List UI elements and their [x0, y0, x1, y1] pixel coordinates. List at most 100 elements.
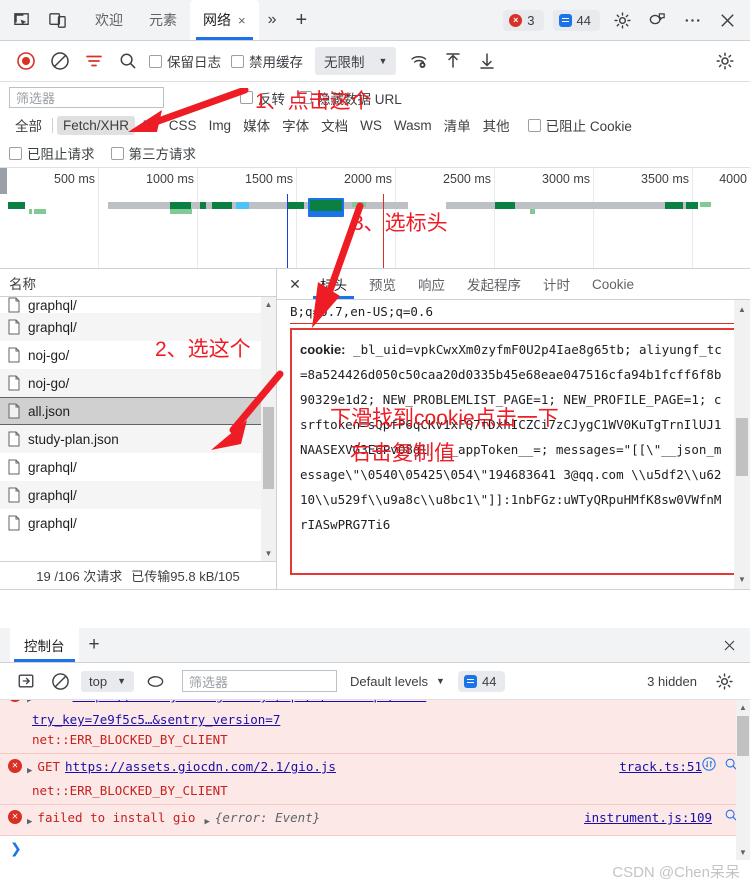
third-party-checkbox[interactable]: 第三方请求	[110, 143, 196, 163]
network-request-icon[interactable]	[702, 757, 716, 771]
console-message-error[interactable]: ✕ ▶ POST https://sentry1.lingkou.xyz/api…	[0, 700, 750, 754]
expand-triangle-icon[interactable]: ▶	[27, 812, 32, 832]
scroll-up-arrow-icon[interactable]: ▲	[261, 297, 276, 312]
console-sidebar-toggle-icon[interactable]	[9, 664, 43, 698]
close-drawer-icon[interactable]	[722, 628, 750, 662]
close-details-icon[interactable]: ✕	[281, 269, 309, 299]
console-clear-icon[interactable]	[43, 664, 77, 698]
table-row-selected[interactable]: all.json	[0, 397, 276, 425]
add-drawer-tab-button[interactable]: +	[79, 628, 110, 662]
device-toggle-icon[interactable]	[44, 7, 70, 33]
filter-type-fetch-xhr[interactable]: Fetch/XHR	[57, 115, 136, 135]
table-row[interactable]: noj-go/	[0, 369, 276, 397]
console-filter-input[interactable]: 筛选器	[182, 670, 337, 692]
hide-data-urls-box[interactable]	[299, 91, 312, 104]
blocked-cookies-box[interactable]	[527, 118, 541, 132]
disable-cache-checkbox[interactable]: 禁用缓存	[231, 51, 303, 71]
tab-timing[interactable]: 计时	[532, 269, 581, 299]
console-settings-gear-icon[interactable]	[707, 664, 741, 698]
details-scroll-down-arrow-icon[interactable]: ▼	[734, 572, 750, 587]
console-source-link[interactable]: instrument.js:109	[584, 808, 712, 828]
console-message-error[interactable]: ✕ ▶ failed to install gio ▶ {error: Even…	[0, 805, 750, 836]
settings-gear-icon[interactable]	[609, 7, 635, 33]
tab-network[interactable]: 网络 ×	[190, 0, 259, 40]
overview-left-grip[interactable]	[0, 168, 7, 194]
invert-checkbox[interactable]: 反转	[240, 88, 285, 108]
tab-elements[interactable]: 元素	[136, 0, 190, 40]
request-list-scrollbar[interactable]: ▲ ▼	[261, 297, 276, 561]
details-scrollbar-thumb[interactable]	[736, 418, 748, 476]
blocked-requests-checkbox[interactable]: 已阻止请求	[9, 143, 95, 163]
blocked-cookies-checkbox[interactable]: 已阻止 Cookie	[527, 115, 632, 135]
console-message-error[interactable]: ✕ ▶ GET https://assets.giocdn.com/2.1/gi…	[0, 754, 750, 805]
network-filter-input[interactable]: 筛选器	[9, 87, 164, 108]
tab-initiator[interactable]: 发起程序	[456, 269, 532, 299]
filter-type-wasm[interactable]: Wasm	[388, 116, 438, 135]
network-conditions-icon[interactable]	[402, 44, 436, 78]
console-message-url[interactable]: https://sentry1.lingkou.xyz/api/2/envelo…	[73, 700, 427, 706]
export-har-icon[interactable]	[470, 44, 504, 78]
preserve-log-checkbox[interactable]: 保留日志	[149, 51, 221, 71]
filter-type-img[interactable]: Img	[203, 116, 238, 135]
new-tab-button[interactable]: +	[286, 0, 318, 40]
table-row[interactable]: graphql/	[0, 297, 276, 313]
expand-triangle-icon[interactable]: ▶	[27, 700, 32, 710]
filter-type-all[interactable]: 全部	[9, 113, 48, 137]
scroll-down-arrow-icon[interactable]: ▼	[261, 546, 276, 561]
details-scrollbar[interactable]: ▲ ▼	[734, 300, 750, 589]
scrollbar-thumb[interactable]	[263, 407, 274, 489]
message-count-badge[interactable]: 44	[552, 9, 600, 31]
tab-preview[interactable]: 预览	[358, 269, 407, 299]
table-row[interactable]: graphql/	[0, 509, 276, 537]
throttle-dropdown[interactable]: 无限制 ▼	[315, 47, 397, 75]
more-tabs-icon[interactable]: »	[259, 0, 286, 40]
expand-object-triangle-icon[interactable]: ▶	[204, 812, 209, 832]
record-button[interactable]	[9, 44, 43, 78]
tab-console[interactable]: 控制台	[10, 628, 79, 662]
error-count-badge[interactable]: × 3	[503, 9, 544, 31]
filter-type-font[interactable]: 字体	[276, 113, 315, 137]
console-scroll-down-arrow-icon[interactable]: ▼	[736, 845, 750, 860]
console-scrollbar-thumb[interactable]	[737, 716, 749, 756]
disable-cache-box[interactable]	[231, 54, 244, 68]
console-message-object[interactable]: {error: Event}	[215, 808, 320, 828]
expand-triangle-icon[interactable]: ▶	[27, 761, 32, 781]
filter-type-js[interactable]: JS	[135, 116, 163, 135]
import-har-icon[interactable]	[436, 44, 470, 78]
close-devtools-icon[interactable]	[714, 7, 740, 33]
log-levels-dropdown[interactable]: Default levels ▼	[350, 674, 445, 689]
table-row[interactable]: graphql/	[0, 313, 276, 341]
third-party-box[interactable]	[110, 146, 124, 160]
execution-context-dropdown[interactable]: top ▼	[81, 670, 134, 692]
details-scroll-up-arrow-icon[interactable]: ▲	[734, 302, 750, 317]
console-message-url[interactable]: https://assets.giocdn.com/2.1/gio.js	[65, 757, 336, 777]
console-messages[interactable]: ✕ ▶ POST https://sentry1.lingkou.xyz/api…	[0, 700, 750, 860]
feedback-icon[interactable]	[644, 7, 670, 33]
request-rows[interactable]: graphql/ graphql/ noj-go/ noj-go/ all.js…	[0, 297, 276, 561]
more-options-icon[interactable]	[679, 7, 705, 33]
table-row[interactable]: graphql/	[0, 481, 276, 509]
clear-button[interactable]	[43, 44, 77, 78]
tab-cookie[interactable]: Cookie	[581, 269, 645, 299]
request-list-header[interactable]: 名称	[0, 269, 276, 297]
live-expression-icon[interactable]	[138, 664, 172, 698]
filter-icon[interactable]	[77, 44, 111, 78]
filter-type-css[interactable]: CSS	[163, 116, 203, 135]
blocked-requests-box[interactable]	[9, 146, 22, 160]
table-row[interactable]: study-plan.json	[0, 425, 276, 453]
preserve-log-box[interactable]	[149, 54, 162, 68]
filter-type-ws[interactable]: WS	[354, 116, 388, 135]
overview-selection[interactable]	[308, 198, 344, 217]
hide-data-urls-checkbox[interactable]: 隐藏数据 URL	[299, 88, 402, 108]
search-icon[interactable]	[111, 44, 145, 78]
table-row[interactable]: noj-go/	[0, 341, 276, 369]
console-message-url-wrap[interactable]: try_key=7e9f5c5…&sentry_version=7	[8, 710, 750, 730]
filter-type-manifest[interactable]: 清单	[438, 113, 477, 137]
filter-type-other[interactable]: 其他	[477, 113, 516, 137]
console-scroll-up-arrow-icon[interactable]: ▲	[736, 700, 750, 715]
tab-headers[interactable]: 标头	[309, 269, 358, 299]
inspect-icon[interactable]	[8, 7, 34, 33]
filter-type-doc[interactable]: 文档	[315, 113, 354, 137]
console-prompt[interactable]: ❯	[0, 836, 750, 857]
cookie-header-block[interactable]: cookie: _bl_uid=vpkCwxXm0zyfmF0U2p4Iae8g…	[290, 328, 736, 575]
